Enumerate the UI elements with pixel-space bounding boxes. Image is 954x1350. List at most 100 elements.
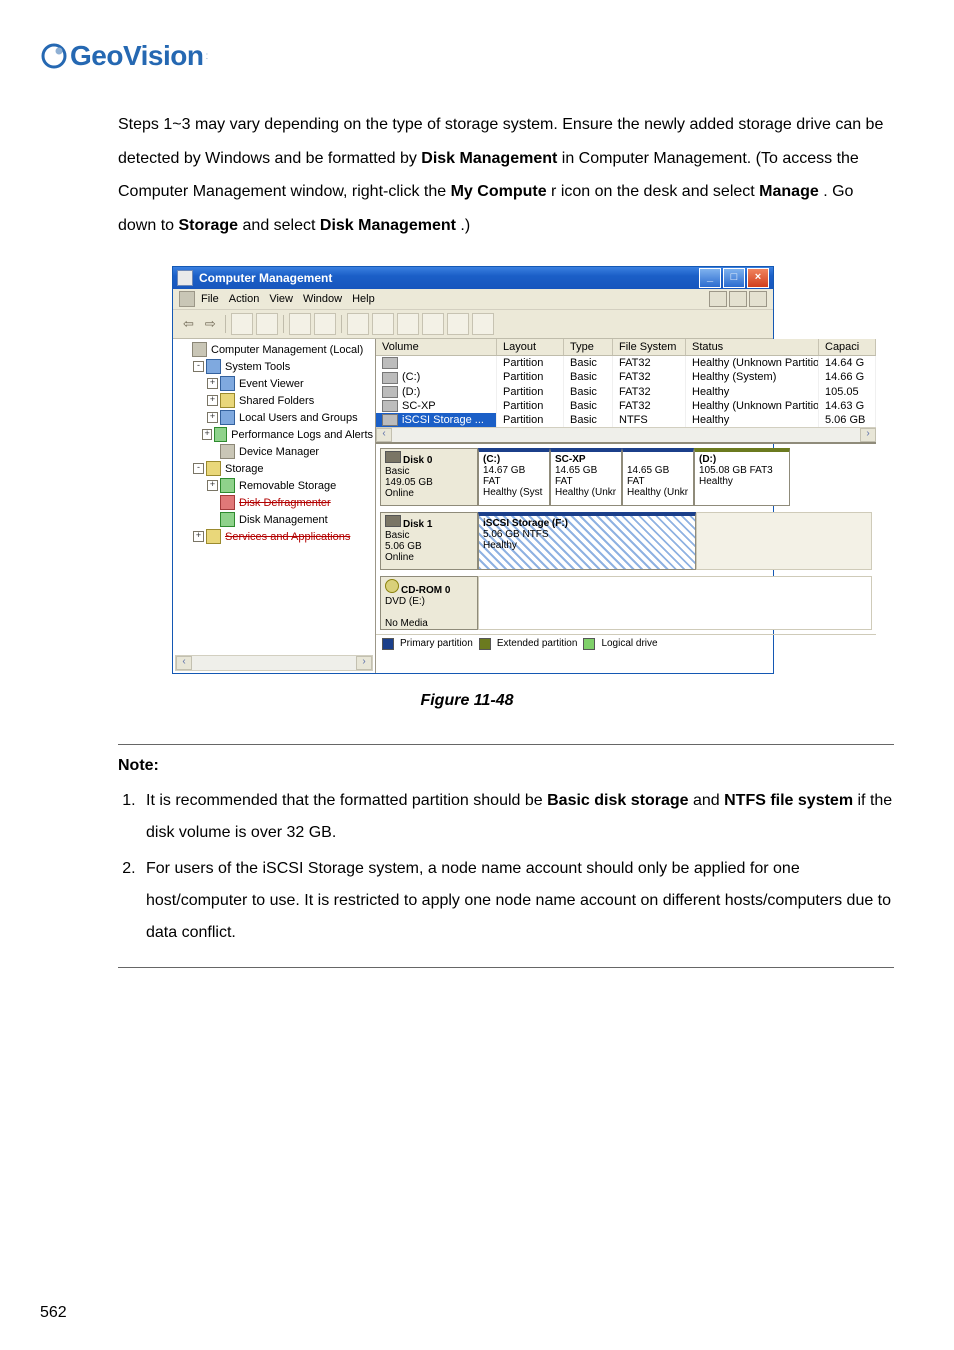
tree-node[interactable]: +Shared Folders [175, 392, 373, 409]
scroll-left-icon[interactable]: ‹ [376, 428, 392, 442]
menu-bar: File Action View Window Help [173, 289, 773, 310]
toolbar-button[interactable] [372, 313, 394, 335]
scroll-right-icon[interactable]: › [860, 428, 876, 442]
forward-button[interactable]: ⇨ [201, 316, 220, 332]
intro-bold-disk-management: Disk Management [421, 150, 557, 167]
expand-collapse-button[interactable]: + [207, 378, 218, 389]
disk-size: 5.06 GB [385, 541, 422, 552]
column-header[interactable]: Layout [497, 339, 564, 355]
menu-window[interactable]: Window [303, 293, 342, 305]
back-button[interactable]: ⇦ [179, 316, 198, 332]
volume-row[interactable]: iSCSI Storage ...PartitionBasicNTFSHealt… [376, 413, 876, 427]
toolbar-button[interactable] [447, 313, 469, 335]
volume-row[interactable]: PartitionBasicFAT32Healthy (Unknown Part… [376, 356, 876, 370]
computer-management-window: Computer Management _ □ × File Action Vi… [172, 266, 774, 674]
column-header[interactable]: Type [564, 339, 613, 355]
menu-file[interactable]: File [201, 293, 219, 305]
mdi-minimize-button[interactable] [709, 291, 727, 307]
tree-node-icon [220, 495, 235, 510]
expand-collapse-button[interactable]: + [193, 531, 204, 542]
legend-label: Extended partition [497, 638, 578, 649]
window-titlebar[interactable]: Computer Management _ □ × [173, 267, 773, 289]
expand-collapse-button[interactable]: - [193, 361, 204, 372]
grid-cell: Basic [564, 370, 613, 384]
maximize-button[interactable]: □ [723, 268, 745, 288]
disk-row: Disk 0 Basic 149.05 GB Online (C:)14.67 … [380, 448, 872, 506]
tree-node-label: System Tools [225, 361, 290, 373]
expand-collapse-button[interactable]: + [207, 395, 218, 406]
volume-icon [382, 400, 398, 412]
minimize-button[interactable]: _ [699, 268, 721, 288]
mmc-icon [179, 291, 195, 307]
volume-row[interactable]: (D:)PartitionBasicFAT32Healthy105.05 [376, 385, 876, 399]
menu-help[interactable]: Help [352, 293, 375, 305]
tree-node[interactable]: +Removable Storage [175, 477, 373, 494]
tree-node[interactable]: - Storage [175, 460, 373, 477]
tree-node[interactable]: +Services and Applications [175, 528, 373, 545]
disk-name: Disk 1 [403, 519, 432, 530]
toolbar-button[interactable] [422, 313, 444, 335]
grid-cell: iSCSI Storage ... [376, 413, 497, 427]
toolbar-button[interactable] [231, 313, 253, 335]
notes-title: Note: [118, 757, 894, 775]
disk-1-header[interactable]: Disk 1 Basic 5.06 GB Online [380, 512, 478, 570]
toolbar-button[interactable] [314, 313, 336, 335]
cdrom-name: CD-ROM 0 [401, 585, 450, 596]
disk-name: Disk 0 [403, 455, 432, 466]
volume-row[interactable]: (C:)PartitionBasicFAT32Healthy (System)1… [376, 370, 876, 384]
column-header[interactable]: Status [686, 339, 819, 355]
tree-node[interactable]: + Event Viewer [175, 375, 373, 392]
grid-cell: Partition [497, 399, 564, 413]
disk-0-header[interactable]: Disk 0 Basic 149.05 GB Online [380, 448, 478, 506]
column-header[interactable]: Capaci [819, 339, 876, 355]
menu-view[interactable]: View [269, 293, 293, 305]
grid-scrollbar[interactable]: ‹ › [376, 427, 876, 442]
volume-grid: PartitionBasicFAT32Healthy (Unknown Part… [376, 356, 876, 426]
tree-node[interactable]: Disk Defragmenter [175, 494, 373, 511]
partition-block[interactable]: 14.65 GB FATHealthy (Unkr [622, 448, 694, 506]
disk-icon [385, 515, 401, 527]
tree-node[interactable]: Device Manager [175, 443, 373, 460]
note-text: For users of the iSCSI Storage system, a… [146, 860, 891, 941]
expand-collapse-button[interactable]: + [207, 412, 218, 423]
tree-node[interactable]: Disk Management [175, 511, 373, 528]
tree-scrollbar[interactable]: ‹ › [175, 655, 373, 671]
tree-node[interactable]: - System Tools [175, 358, 373, 375]
grid-cell: 14.64 G [819, 356, 876, 370]
mdi-restore-button[interactable] [729, 291, 747, 307]
tree-node-label: Local Users and Groups [239, 412, 358, 424]
scroll-left-icon[interactable]: ‹ [176, 656, 192, 670]
scroll-right-icon[interactable]: › [356, 656, 372, 670]
partition-block[interactable]: iSCSI Storage (F:)5.06 GB NTFSHealthy [478, 512, 696, 570]
partition-block[interactable]: SC-XP14.65 GB FATHealthy (Unkr [550, 448, 622, 506]
grid-cell: 14.66 G [819, 370, 876, 384]
toolbar-button[interactable] [472, 313, 494, 335]
expand-collapse-button[interactable]: + [207, 480, 218, 491]
legend-label: Primary partition [400, 638, 473, 649]
volume-row[interactable]: SC-XPPartitionBasicFAT32Healthy (Unknown… [376, 399, 876, 413]
partition-block[interactable]: (C:)14.67 GB FATHealthy (Syst [478, 448, 550, 506]
tree-node-label: Event Viewer [239, 378, 304, 390]
toolbar-button[interactable] [347, 313, 369, 335]
column-header[interactable]: File System [613, 339, 686, 355]
cdrom-header[interactable]: CD-ROM 0 DVD (E:) No Media [380, 576, 478, 630]
tree-node[interactable]: Computer Management (Local) [175, 341, 373, 358]
tree-node-label: Device Manager [239, 446, 319, 458]
tree-node[interactable]: + Local Users and Groups [175, 409, 373, 426]
expand-collapse-button[interactable]: + [202, 429, 212, 440]
mdi-close-button[interactable] [749, 291, 767, 307]
toolbar-button[interactable] [289, 313, 311, 335]
tree-node-label: Storage [225, 463, 264, 475]
expand-collapse-button[interactable]: - [193, 463, 204, 474]
close-button[interactable]: × [747, 268, 769, 288]
grid-cell: Partition [497, 413, 564, 427]
toolbar-button[interactable] [397, 313, 419, 335]
menu-action[interactable]: Action [229, 293, 260, 305]
partition-block[interactable]: (D:)105.08 GB FAT3Healthy [694, 448, 790, 506]
grid-cell: Healthy [686, 413, 819, 427]
toolbar-button[interactable] [256, 313, 278, 335]
column-header[interactable]: Volume [376, 339, 497, 355]
tree-node-icon [220, 376, 235, 391]
volume-icon [382, 372, 398, 384]
tree-node[interactable]: +Performance Logs and Alerts [175, 426, 373, 443]
